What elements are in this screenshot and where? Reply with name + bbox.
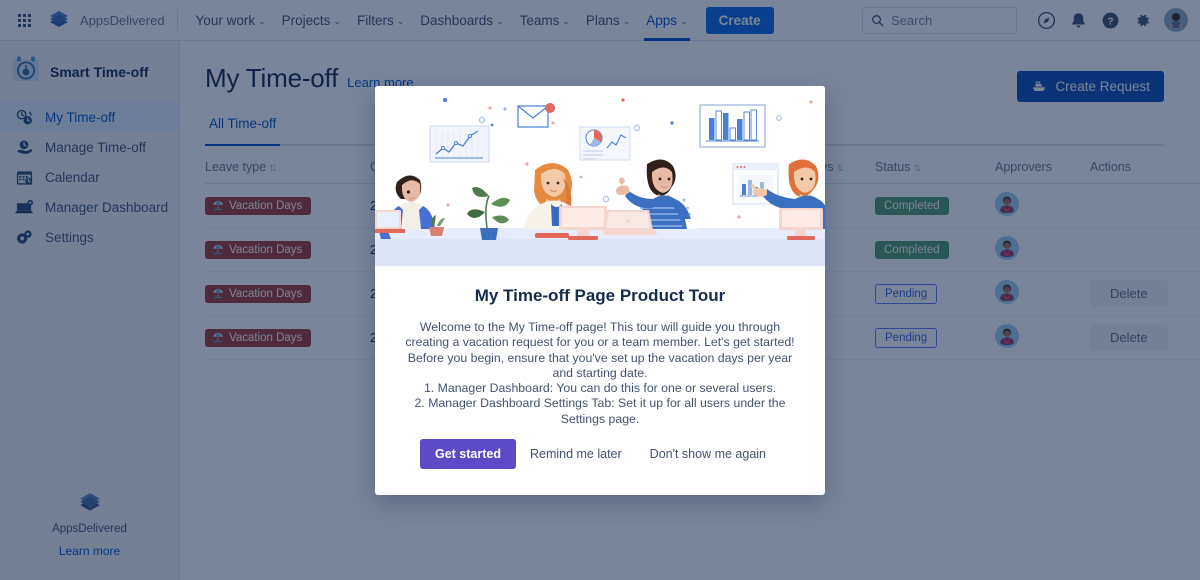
modal-actions: Get started Remind me later Don't show m… bbox=[375, 427, 825, 495]
modal-body: My Time-off Page Product Tour Welcome to… bbox=[375, 266, 825, 427]
product-tour-modal: My Time-off Page Product Tour Welcome to… bbox=[375, 86, 825, 495]
remind-me-later-button[interactable]: Remind me later bbox=[516, 439, 636, 469]
modal-paragraph-2: Before you begin, ensure that you've set… bbox=[407, 350, 793, 380]
office-team-analytics-illustration bbox=[375, 86, 825, 266]
dont-show-again-button[interactable]: Don't show me again bbox=[636, 439, 780, 469]
app-root: AppsDelivered Your work ⌄ Projects ⌄ Fil… bbox=[0, 0, 1200, 580]
modal-paragraph-4: 2. Manager Dashboard Settings Tab: Set i… bbox=[414, 396, 786, 426]
get-started-button[interactable]: Get started bbox=[419, 439, 516, 470]
modal-paragraph-1: Welcome to the My Time-off page! This to… bbox=[405, 320, 795, 350]
modal-title: My Time-off Page Product Tour bbox=[474, 286, 726, 305]
modal-paragraph-3: 1. Manager Dashboard: You can do this fo… bbox=[423, 381, 777, 396]
